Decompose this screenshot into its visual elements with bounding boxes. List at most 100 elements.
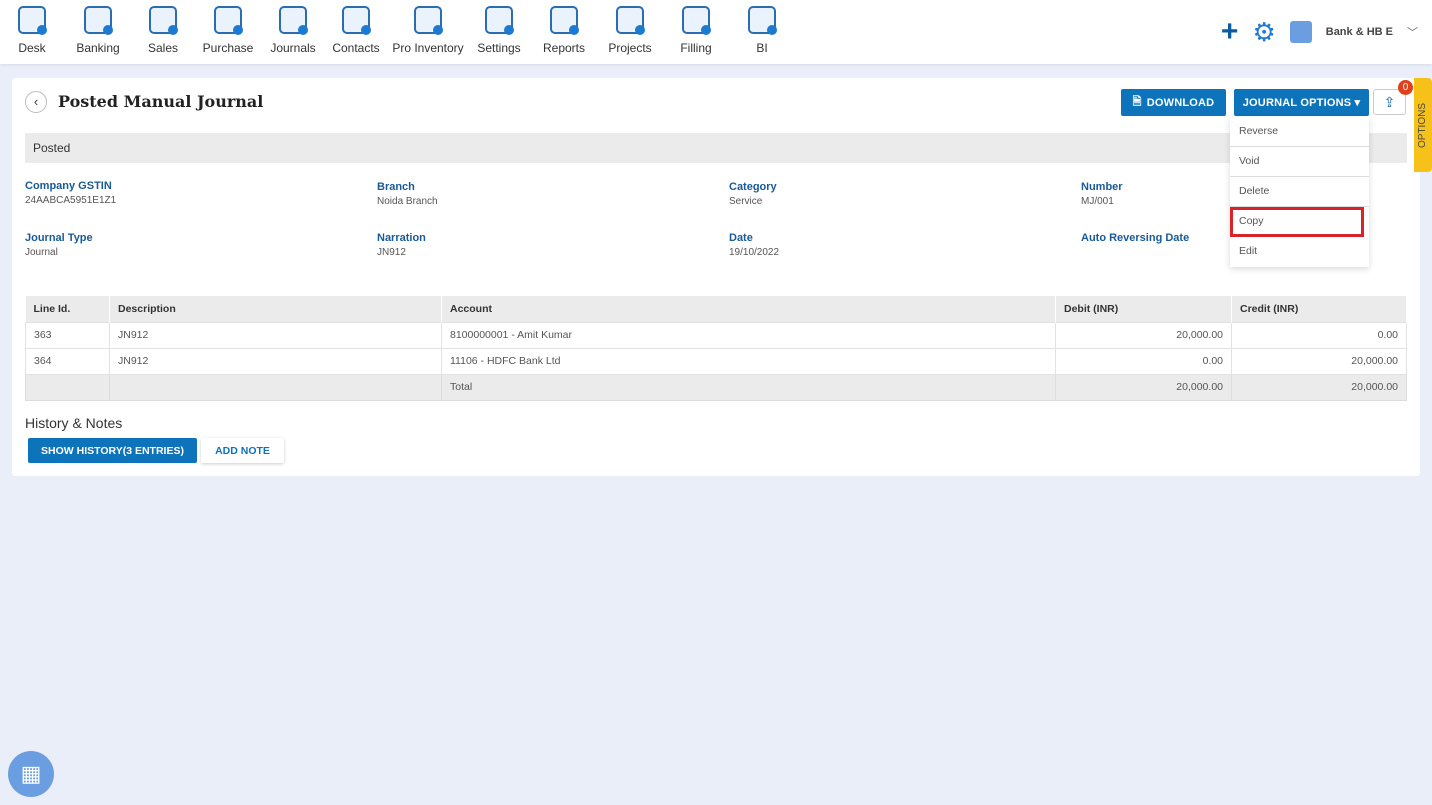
total-row: Total 20,000.00 20,000.00 [25, 373, 1407, 401]
nav-label: Settings [477, 41, 521, 55]
cell-line-id: 363 [25, 321, 110, 349]
cell-credit: 20,000.00 [1231, 347, 1407, 375]
journal-options-menu: Reverse Void Delete Copy Edit [1230, 117, 1369, 267]
field-label: Category [729, 181, 777, 193]
nav-bi[interactable]: BI [730, 0, 794, 64]
pdf-icon: 🗎 [1132, 96, 1142, 108]
filling-icon [682, 6, 711, 35]
nav-pro-inventory[interactable]: Pro Inventory [388, 0, 468, 64]
menu-item-edit[interactable]: Edit [1230, 237, 1369, 267]
field-auto-reversing-date: Auto Reversing Date [1081, 232, 1189, 247]
nav-label: Pro Inventory [392, 41, 464, 55]
cell-debit: 0.00 [1055, 347, 1232, 375]
nav-label: Desk [18, 41, 46, 55]
settings-icon [485, 6, 514, 35]
purchase-icon [214, 6, 243, 35]
nav-projects[interactable]: Projects [598, 0, 662, 64]
bi-icon [748, 6, 777, 35]
show-history-button[interactable]: SHOW HISTORY(3 ENTRIES) [28, 438, 197, 463]
journal-card: ‹ Posted Manual Journal 🗎 DOWNLOAD JOURNA… [12, 78, 1420, 476]
cell-description: JN912 [109, 347, 442, 375]
table-row: 363 JN912 8100000001 - Amit Kumar 20,000.00… [25, 321, 1407, 349]
page-title: Posted Manual Journal [58, 92, 264, 111]
history-notes-heading: History & Notes [25, 415, 123, 431]
nav-label: BI [756, 41, 768, 55]
table-row: 364 JN912 11106 - HDFC Bank Ltd 0.00 20,000.… [25, 347, 1407, 375]
field-category: Category Service [729, 181, 777, 207]
main-nav: Desk Banking Sales Purchase Journals Con… [0, 0, 794, 64]
field-value: Noida Branch [377, 196, 438, 207]
total-label: Total [441, 373, 1056, 401]
cell-empty [25, 373, 110, 401]
field-value: JN912 [377, 247, 406, 258]
top-bar: Desk Banking Sales Purchase Journals Con… [0, 0, 1432, 64]
calculator-icon[interactable] [1289, 21, 1312, 43]
back-button[interactable]: ‹ [25, 91, 47, 113]
status-bar: Posted [25, 133, 1407, 163]
nav-label: Sales [147, 41, 179, 55]
gear-icon[interactable]: ⚙ [1252, 18, 1275, 46]
nav-label: Purchase [202, 41, 254, 55]
nav-contacts[interactable]: Contacts [324, 0, 388, 64]
plus-icon[interactable]: + [1221, 17, 1239, 47]
add-note-button[interactable]: ADD NOTE [201, 438, 284, 463]
field-label: Branch [377, 181, 415, 193]
nav-journals[interactable]: Journals [262, 0, 324, 64]
field-value: 19/10/2022 [729, 247, 780, 258]
projects-icon [616, 6, 645, 35]
field-narration: Narration JN912 [377, 232, 426, 258]
menu-item-delete[interactable]: Delete [1230, 177, 1369, 207]
contacts-icon [342, 6, 371, 35]
options-side-tab[interactable]: OPTIONS [1414, 78, 1432, 172]
bank-icon [84, 6, 113, 35]
chevron-down-icon[interactable]: ﹀ [1407, 24, 1418, 40]
total-credit: 20,000.00 [1231, 373, 1407, 401]
total-debit: 20,000.00 [1055, 373, 1232, 401]
nav-desk[interactable]: Desk [0, 0, 64, 64]
nav-filling[interactable]: Filling [662, 0, 730, 64]
column-header: Line Id. [25, 296, 110, 322]
nav-sales[interactable]: Sales [132, 0, 194, 64]
field-number: Number MJ/001 [1081, 181, 1123, 207]
menu-item-void[interactable]: Void [1230, 147, 1369, 177]
nav-purchase[interactable]: Purchase [194, 0, 262, 64]
column-header: Credit (INR) [1231, 296, 1407, 322]
field-journal-type: Journal Type Journal [25, 232, 93, 258]
journal-lines-table: Line Id. Description Account Debit (INR)… [25, 296, 1407, 401]
field-date: Date 19/10/2022 [729, 232, 779, 258]
column-header: Debit (INR) [1055, 296, 1232, 322]
menu-item-reverse[interactable]: Reverse [1230, 117, 1369, 147]
cell-credit: 0.00 [1231, 321, 1407, 349]
nav-banking[interactable]: Banking [64, 0, 132, 64]
download-label: DOWNLOAD [1146, 96, 1215, 109]
column-header: Account [441, 296, 1056, 322]
apps-grid-icon[interactable]: ▦ [8, 751, 54, 797]
inventory-icon [414, 6, 443, 35]
column-header: Description [109, 296, 442, 322]
nav-label: Reports [542, 41, 586, 55]
field-label: Journal Type [25, 232, 93, 244]
cell-account: 8100000001 - Amit Kumar [441, 321, 1056, 349]
field-value: MJ/001 [1081, 196, 1114, 207]
sales-icon [149, 6, 178, 35]
nav-reports[interactable]: Reports [530, 0, 598, 64]
field-value: Journal [25, 247, 58, 258]
nav-settings[interactable]: Settings [468, 0, 530, 64]
company-selector[interactable]: Bank & HB E [1326, 26, 1393, 38]
field-label: Narration [377, 232, 426, 244]
nav-label: Projects [608, 41, 652, 55]
cell-description: JN912 [109, 321, 442, 349]
cell-line-id: 364 [25, 347, 110, 375]
nav-label: Banking [76, 41, 120, 55]
field-label: Date [729, 232, 753, 244]
notification-badge: 0 [1398, 80, 1413, 95]
journal-options-button[interactable]: JOURNAL OPTIONS ▾ [1234, 89, 1369, 116]
download-button[interactable]: 🗎 DOWNLOAD [1121, 89, 1226, 116]
menu-item-copy[interactable]: Copy [1230, 207, 1364, 237]
nav-label: Filling [680, 41, 712, 55]
reports-icon [550, 6, 579, 35]
field-label: Auto Reversing Date [1081, 232, 1190, 244]
field-value: Service [729, 196, 763, 207]
field-value: 24AABCA5951E1Z1 [25, 195, 117, 206]
field-label: Company GSTIN [25, 180, 112, 192]
